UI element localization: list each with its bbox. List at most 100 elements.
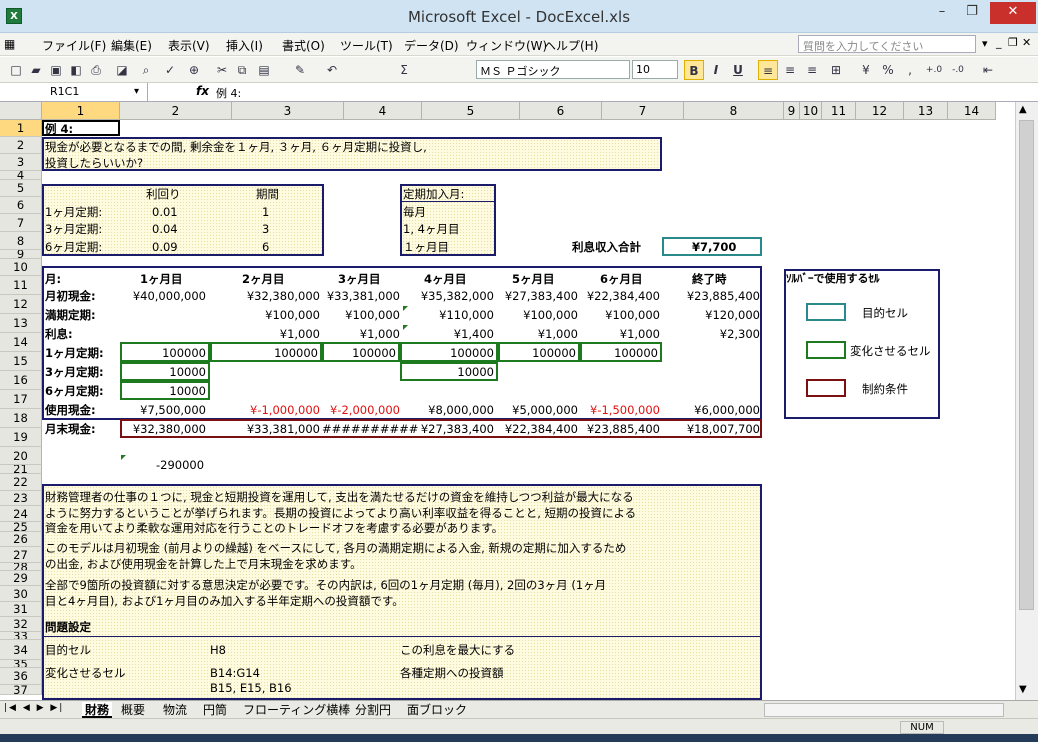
menu-format[interactable]: 書式(O) xyxy=(282,37,325,54)
para-line-6[interactable]: 全部で9箇所の投資額に対する意思決定が必要です。その内訳は, 6回の1ヶ月定期 … xyxy=(45,578,606,592)
para-line-5[interactable]: の出金, および使用現金を計算した上で月末現金を求めます。 xyxy=(45,557,362,571)
legend-constraint[interactable]: 制約条件 xyxy=(862,382,908,396)
para-line-3[interactable]: 資金を用いてより柔軟な運用対応を行うことのトレードオフを考慮する必要があります。 xyxy=(45,521,503,535)
row-header[interactable]: 23 xyxy=(0,491,42,506)
column-header[interactable]: 12 xyxy=(856,102,904,120)
menu-view[interactable]: 表示(V) xyxy=(168,37,210,54)
change-cells-1[interactable]: B14:G14 xyxy=(210,666,260,680)
row-header[interactable]: 35 xyxy=(0,660,42,668)
column-header[interactable]: 13 xyxy=(904,102,948,120)
row-header[interactable]: 14 xyxy=(0,333,42,352)
interest-m4[interactable]: ¥1,400 xyxy=(400,327,494,341)
t1-m3[interactable]: 100000 xyxy=(322,346,396,360)
start-cash-m5[interactable]: ¥27,383,400 xyxy=(498,289,578,303)
autosum-button[interactable]: Σ xyxy=(394,60,414,80)
start-cash-label[interactable]: 月初現金: xyxy=(45,289,96,303)
start-cash-end[interactable]: ¥23,885,400 xyxy=(662,289,760,303)
start-cash-m6[interactable]: ¥22,384,400 xyxy=(580,289,660,303)
end-cash-m4[interactable]: ¥27,383,400 xyxy=(400,422,494,436)
row-header[interactable]: 10 xyxy=(0,259,42,276)
column-header[interactable]: 6 xyxy=(520,102,602,120)
menu-data[interactable]: データ(D) xyxy=(404,37,459,54)
column-header[interactable]: 11 xyxy=(822,102,856,120)
menu-edit[interactable]: 編集(E) xyxy=(111,37,152,54)
column-header[interactable]: 5 xyxy=(422,102,520,120)
change-desc[interactable]: 各種定期への投資額 xyxy=(400,666,504,680)
format-painter-icon[interactable]: ✎ xyxy=(290,60,310,80)
solver-legend-title[interactable]: ｿﾙﾊﾞｰで使用するｾﾙ xyxy=(786,272,880,286)
row-header[interactable]: 27 xyxy=(0,547,42,563)
tab-area-block[interactable]: 面ブロック xyxy=(404,702,470,718)
t3-m4[interactable]: 10000 xyxy=(400,365,494,379)
row-header[interactable]: 26 xyxy=(0,532,42,547)
research-icon[interactable]: ⊕ xyxy=(184,60,204,80)
month-header-4[interactable]: 4ヶ月目 xyxy=(424,272,467,286)
comma-button[interactable]: , xyxy=(900,60,920,80)
column-header[interactable]: 10 xyxy=(800,102,822,120)
interest-m3[interactable]: ¥1,000 xyxy=(322,327,400,341)
t3-label[interactable]: 3ヶ月定期: xyxy=(45,365,104,379)
join-row-2[interactable]: 1, 4ヶ月目 xyxy=(403,222,459,236)
month-header-2[interactable]: 2ヶ月目 xyxy=(242,272,285,286)
maturity-m3[interactable]: ¥100,000 xyxy=(322,308,400,322)
row-header[interactable]: 5 xyxy=(0,180,42,197)
tab-logistics[interactable]: 物流 xyxy=(160,702,190,718)
active-cell-cursor[interactable] xyxy=(42,120,120,136)
open-icon[interactable]: ▰ xyxy=(26,60,46,80)
new-icon[interactable]: □ xyxy=(6,60,26,80)
maturity-m4[interactable]: ¥110,000 xyxy=(400,308,494,322)
join-row-3[interactable]: １ヶ月目 xyxy=(403,240,449,254)
row-header[interactable]: 3 xyxy=(0,154,42,171)
use-cash-m6[interactable]: ¥-1,500,000 xyxy=(580,403,660,417)
interest-label[interactable]: 利息: xyxy=(45,327,73,341)
row-header[interactable]: 33 xyxy=(0,632,42,640)
intro-line-1[interactable]: 現金が必要となるまでの間, 剰余金を１ヶ月, ３ヶ月, ６ヶ月定期に投資し, xyxy=(45,140,427,154)
cell-r20[interactable]: -290000 xyxy=(156,458,204,472)
row-header[interactable]: 1 xyxy=(0,120,42,137)
interest-m6[interactable]: ¥1,000 xyxy=(580,327,660,341)
month-header-5[interactable]: 5ヶ月目 xyxy=(512,272,555,286)
term-label-6[interactable]: 6ヶ月定期: xyxy=(45,240,102,254)
row-header[interactable]: 6 xyxy=(0,197,42,214)
column-header[interactable]: 4 xyxy=(344,102,422,120)
period-header[interactable]: 期間 xyxy=(256,187,279,201)
maturity-label[interactable]: 満期定期: xyxy=(45,308,96,322)
term-rate-6[interactable]: 0.09 xyxy=(152,240,178,254)
row-header[interactable]: 28 xyxy=(0,563,42,571)
column-header[interactable]: 14 xyxy=(948,102,996,120)
use-cash-m2[interactable]: ¥-1,000,000 xyxy=(210,403,320,417)
use-cash-m1[interactable]: ¥7,500,000 xyxy=(120,403,206,417)
row-header[interactable]: 13 xyxy=(0,314,42,333)
row-header[interactable]: 11 xyxy=(0,276,42,295)
term-rate-3[interactable]: 0.04 xyxy=(152,222,178,236)
term-period-3[interactable]: 3 xyxy=(262,222,269,236)
row-header[interactable]: 15 xyxy=(0,352,42,371)
end-cash-m6[interactable]: ¥23,885,400 xyxy=(580,422,660,436)
decrease-decimal-icon[interactable]: -.0 xyxy=(948,60,968,80)
menu-insert[interactable]: 挿入(I) xyxy=(226,37,263,54)
horizontal-scrollbar[interactable] xyxy=(764,703,1004,717)
change-cells-2[interactable]: B15, E15, B16 xyxy=(210,681,292,695)
row-header[interactable]: 4 xyxy=(0,171,42,180)
end-cash-m3[interactable]: ########## xyxy=(322,422,418,436)
start-cash-m2[interactable]: ¥32,380,000 xyxy=(210,289,320,303)
align-center-icon[interactable]: ≡ xyxy=(780,60,800,80)
tab-finance[interactable]: 財務 xyxy=(82,702,113,718)
column-header[interactable]: 2 xyxy=(120,102,232,120)
start-cash-m1[interactable]: ¥40,000,000 xyxy=(120,289,206,303)
row-header[interactable]: 16 xyxy=(0,371,42,390)
column-header[interactable]: 9 xyxy=(784,102,800,120)
row-header[interactable]: 19 xyxy=(0,428,42,447)
t1-label[interactable]: 1ヶ月定期: xyxy=(45,346,104,360)
legend-target[interactable]: 目的セル xyxy=(862,306,908,320)
month-label[interactable]: 月: xyxy=(45,272,61,286)
target-cell[interactable]: H8 xyxy=(210,643,226,657)
t3-m1[interactable]: 10000 xyxy=(120,365,206,379)
row-header[interactable]: 9 xyxy=(0,250,42,259)
t6-label[interactable]: 6ヶ月定期: xyxy=(45,384,104,398)
maturity-m2[interactable]: ¥100,000 xyxy=(210,308,320,322)
copy-icon[interactable]: ⧉ xyxy=(232,60,252,80)
tab-cylinder[interactable]: 円筒 xyxy=(200,702,230,718)
permission-icon[interactable]: ◧ xyxy=(66,60,86,80)
save-icon[interactable]: ▣ xyxy=(46,60,66,80)
